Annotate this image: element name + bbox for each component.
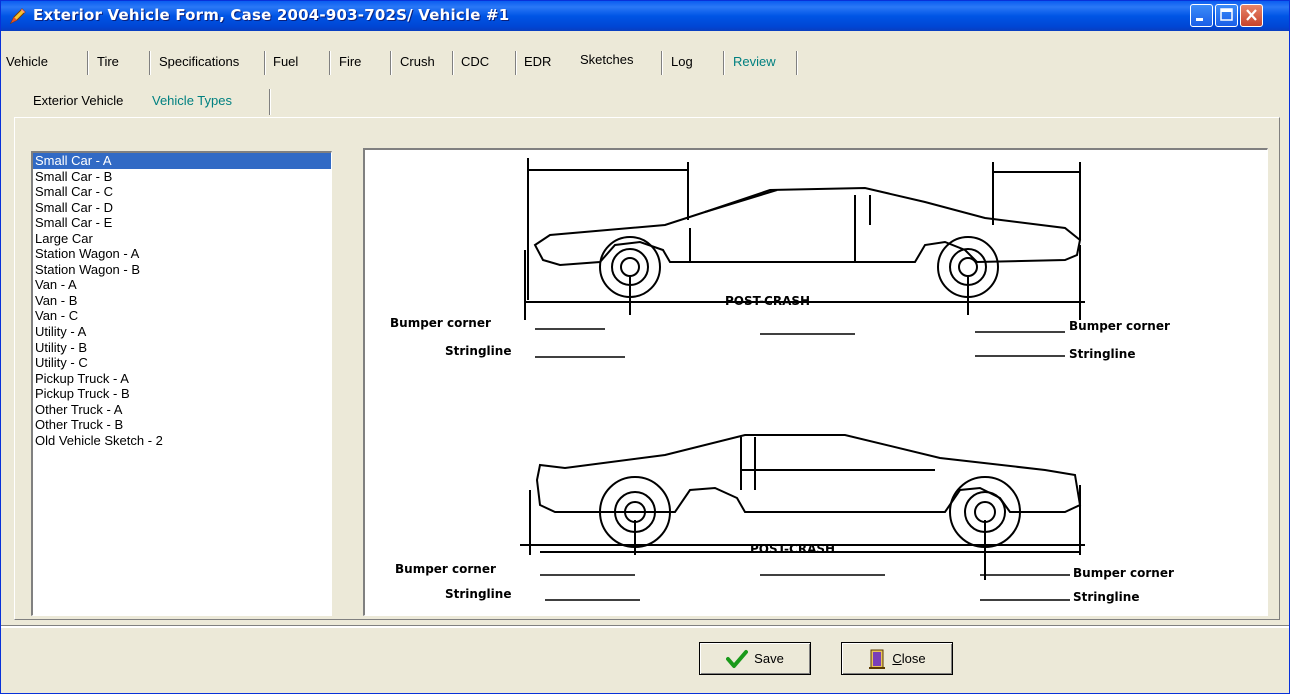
list-item[interactable]: Utility - A	[33, 324, 331, 340]
bottom-left-stringline-label: Stringline	[445, 587, 511, 601]
top-post-crash-label: POST-CRASH	[725, 294, 810, 308]
vehicle-type-list[interactable]: Small Car - A Small Car - B Small Car - …	[31, 151, 332, 616]
tab-separator	[723, 51, 725, 75]
tab-separator	[796, 51, 798, 75]
tab-separator	[661, 51, 663, 75]
list-item[interactable]: Small Car - D	[33, 200, 331, 216]
sketch-drawing: POST-CRASH Bumper corner Bumper corner S…	[390, 158, 1174, 604]
tab-separator	[390, 51, 392, 75]
list-item[interactable]: Pickup Truck - A	[33, 371, 331, 387]
tab-separator	[264, 51, 266, 75]
tab-edr[interactable]: EDR	[524, 49, 551, 75]
tab-review[interactable]: Review	[733, 49, 776, 75]
list-item[interactable]: Utility - C	[33, 355, 331, 371]
list-item[interactable]: Station Wagon - B	[33, 262, 331, 278]
tab-cdc[interactable]: CDC	[461, 49, 489, 75]
list-item[interactable]: Utility - B	[33, 340, 331, 356]
top-right-bumper-label: Bumper corner	[1069, 319, 1170, 333]
tab-separator	[149, 51, 151, 75]
close-button[interactable]: Close	[841, 642, 953, 675]
list-item[interactable]: Small Car - C	[33, 184, 331, 200]
tab-tire[interactable]: Tire	[97, 49, 119, 75]
maximize-button[interactable]	[1215, 4, 1238, 27]
window-title: Exterior Vehicle Form, Case 2004-903-702…	[33, 6, 510, 24]
bottom-right-stringline-label: Stringline	[1073, 590, 1139, 604]
maximize-icon	[1220, 8, 1233, 21]
top-left-stringline-label: Stringline	[445, 344, 511, 358]
save-button-label: Save	[754, 651, 784, 666]
close-window-button[interactable]	[1240, 4, 1263, 27]
list-item[interactable]: Small Car - A	[33, 153, 331, 169]
main-window: Exterior Vehicle Form, Case 2004-903-702…	[0, 0, 1290, 694]
title-bar[interactable]: Exterior Vehicle Form, Case 2004-903-702…	[1, 1, 1289, 31]
tab-fuel[interactable]: Fuel	[273, 49, 298, 75]
tab-specifications[interactable]: Specifications	[159, 49, 239, 75]
list-item[interactable]: Station Wagon - A	[33, 246, 331, 262]
tab-vehicle[interactable]: Vehicle	[6, 49, 48, 75]
tab-log[interactable]: Log	[671, 49, 693, 75]
door-icon	[869, 649, 886, 669]
checkmark-icon	[726, 649, 749, 668]
close-icon	[1246, 9, 1257, 21]
tab-crush[interactable]: Crush	[400, 49, 435, 75]
save-button[interactable]: Save	[699, 642, 811, 675]
tab-separator	[329, 51, 331, 75]
top-left-bumper-label: Bumper corner	[390, 316, 491, 330]
list-item[interactable]: Van - C	[33, 308, 331, 324]
list-item[interactable]: Small Car - B	[33, 169, 331, 185]
top-right-stringline-label: Stringline	[1069, 347, 1135, 361]
close-button-label: Close	[892, 651, 926, 666]
tab-separator	[515, 51, 517, 75]
subtab-separator	[269, 89, 271, 115]
list-item[interactable]: Small Car - E	[33, 215, 331, 231]
button-bar	[1, 626, 1289, 693]
list-item[interactable]: Other Truck - B	[33, 417, 331, 433]
subtab-vehicle-types[interactable]: Vehicle Types	[152, 87, 232, 115]
list-item[interactable]: Other Truck - A	[33, 402, 331, 418]
pencil-flame-icon	[9, 8, 26, 25]
tab-separator	[452, 51, 454, 75]
tab-fire[interactable]: Fire	[339, 49, 361, 75]
bottom-right-bumper-label: Bumper corner	[1073, 566, 1174, 580]
bottom-car-outline	[520, 434, 1085, 580]
tab-sketches[interactable]: Sketches	[574, 47, 640, 77]
list-item[interactable]: Large Car	[33, 231, 331, 247]
list-item[interactable]: Van - B	[33, 293, 331, 309]
vehicle-sketch: POST-CRASH Bumper corner Bumper corner S…	[363, 148, 1268, 616]
list-item[interactable]: Old Vehicle Sketch - 2	[33, 433, 331, 449]
bottom-post-crash-label: POST-CRASH	[750, 542, 835, 556]
minimize-button[interactable]	[1190, 4, 1213, 27]
list-item[interactable]: Pickup Truck - B	[33, 386, 331, 402]
subtab-exterior-vehicle[interactable]: Exterior Vehicle	[33, 87, 123, 115]
minimize-icon	[1196, 18, 1203, 21]
list-item[interactable]: Van - A	[33, 277, 331, 293]
tab-separator	[87, 51, 89, 75]
bottom-left-bumper-label: Bumper corner	[395, 562, 496, 576]
